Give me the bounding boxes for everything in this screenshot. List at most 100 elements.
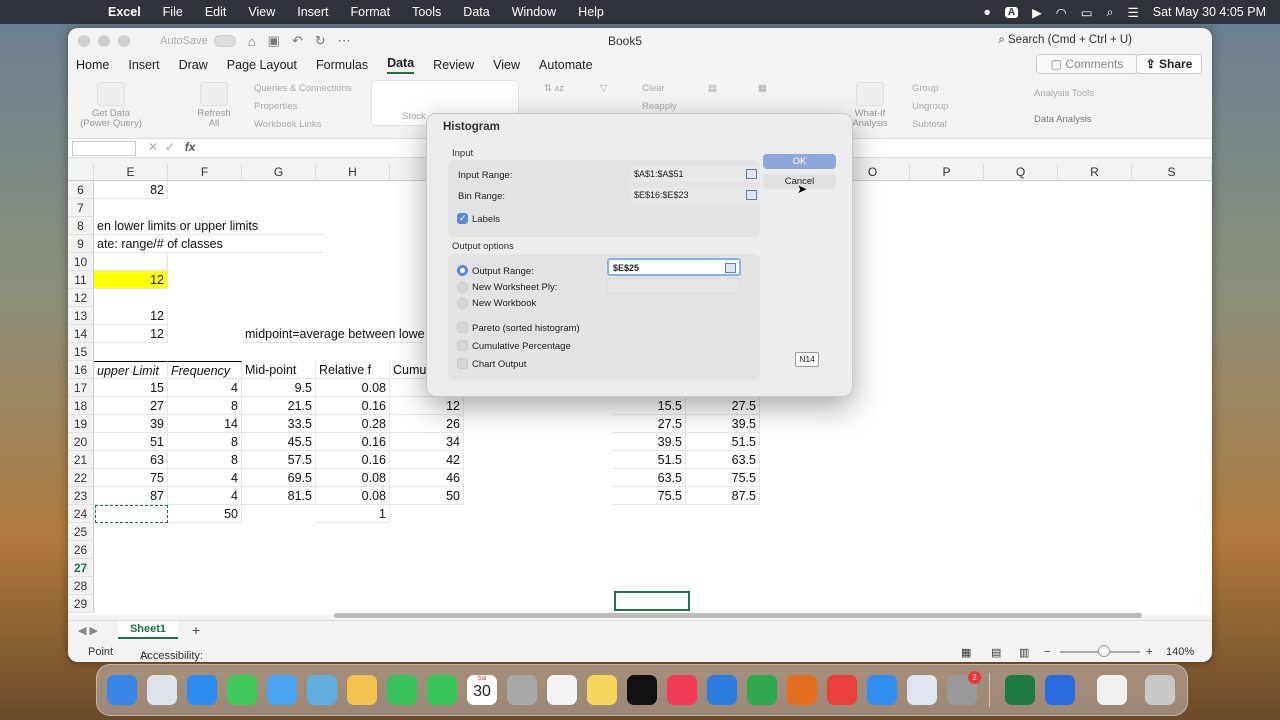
cell-f18[interactable]: 8: [168, 397, 242, 415]
zoom-slider-knob[interactable]: [1098, 645, 1110, 657]
cell-g18[interactable]: 21.5: [242, 397, 316, 415]
sort-icon[interactable]: ⇅ ᴀᴢ: [544, 83, 564, 94]
row-header-24[interactable]: 24: [68, 505, 94, 523]
filter-icon[interactable]: ▽: [600, 83, 607, 94]
cell-e22[interactable]: 75: [94, 469, 168, 487]
page-break-view-icon[interactable]: ▥: [1019, 646, 1029, 659]
share-button[interactable]: ⇪ Share: [1136, 54, 1202, 74]
row-header-19[interactable]: 19: [68, 415, 94, 433]
cell-f16[interactable]: Frequency: [168, 361, 242, 379]
cell-e6[interactable]: 82: [94, 181, 168, 199]
column-header-g[interactable]: G: [242, 163, 316, 181]
row-header-22[interactable]: 22: [68, 469, 94, 487]
column-header-e[interactable]: E: [94, 163, 168, 181]
control-center-icon[interactable]: ☰: [1128, 5, 1139, 20]
cell-i19[interactable]: 26: [390, 415, 464, 433]
tab-home[interactable]: Home: [76, 58, 109, 72]
menu-insert[interactable]: Insert: [297, 5, 328, 19]
input-source-indicator[interactable]: A: [1004, 6, 1019, 18]
cell-f21[interactable]: 8: [168, 451, 242, 469]
wifi-icon[interactable]: ◠: [1056, 5, 1067, 20]
comments-button[interactable]: ▢ Comments: [1036, 54, 1138, 74]
tab-view[interactable]: View: [493, 58, 520, 72]
cell-h17[interactable]: 0.08: [316, 379, 390, 397]
tab-insert[interactable]: Insert: [128, 58, 159, 72]
what-if-analysis-button[interactable]: What-If Analysis: [848, 82, 892, 129]
pages-icon[interactable]: [787, 675, 817, 705]
row-header-18[interactable]: 18: [68, 397, 94, 415]
tab-page-layout[interactable]: Page Layout: [227, 58, 297, 72]
cell-g14[interactable]: midpoint=average between lowe: [242, 325, 425, 343]
cell-l23[interactable]: 75.5: [612, 487, 686, 505]
row-header-27[interactable]: 27: [68, 559, 94, 577]
cell-m19[interactable]: 39.5: [686, 415, 760, 433]
cell-e21[interactable]: 63: [94, 451, 168, 469]
rocket-app-icon[interactable]: [827, 675, 857, 705]
cell-l20[interactable]: 39.5: [612, 433, 686, 451]
tab-formulas[interactable]: Formulas: [316, 58, 368, 72]
row-header-23[interactable]: 23: [68, 487, 94, 505]
row-header-26[interactable]: 26: [68, 541, 94, 559]
autosave-toggle[interactable]: [213, 35, 236, 47]
keynote-icon[interactable]: [707, 675, 737, 705]
column-header-h[interactable]: H: [316, 163, 390, 181]
output-range-field[interactable]: $E$25: [607, 258, 741, 276]
name-box[interactable]: [72, 141, 136, 156]
downloads-stack-icon[interactable]: [1097, 675, 1127, 705]
tab-draw[interactable]: Draw: [179, 58, 208, 72]
menu-format[interactable]: Format: [351, 5, 391, 19]
cell-e18[interactable]: 27: [94, 397, 168, 415]
sheet-tab-sheet1[interactable]: Sheet1: [118, 621, 178, 639]
row-header-16[interactable]: 16: [68, 361, 94, 379]
zoom-level[interactable]: 140%: [1166, 646, 1194, 658]
cell-e23[interactable]: 87: [94, 487, 168, 505]
column-header-s[interactable]: S: [1132, 163, 1212, 181]
active-cell[interactable]: [614, 591, 690, 611]
app-store-icon[interactable]: [867, 675, 897, 705]
row-header-10[interactable]: 10: [68, 253, 94, 271]
cell-g22[interactable]: 69.5: [242, 469, 316, 487]
row-header-7[interactable]: 7: [68, 199, 94, 217]
column-header-q[interactable]: Q: [984, 163, 1058, 181]
text-to-columns-icon[interactable]: ▤: [708, 83, 717, 94]
normal-view-icon[interactable]: ▦: [961, 646, 971, 659]
cell-h21[interactable]: 0.16: [316, 451, 390, 469]
row-header-20[interactable]: 20: [68, 433, 94, 451]
cell-f17[interactable]: 4: [168, 379, 242, 397]
cell-l19[interactable]: 27.5: [612, 415, 686, 433]
cell-g17[interactable]: 9.5: [242, 379, 316, 397]
cumulative-percentage-checkbox[interactable]: [457, 340, 468, 351]
redo-icon[interactable]: ↻: [315, 33, 326, 49]
launchpad-icon[interactable]: [147, 675, 177, 705]
search-field[interactable]: ⌕ Search (Cmd + Ctrl + U): [998, 34, 1132, 47]
data-analysis-button[interactable]: Data Analysis: [1034, 114, 1092, 125]
clock[interactable]: Sat May 30 4:05 PM: [1153, 5, 1266, 19]
cell-e20[interactable]: 51: [94, 433, 168, 451]
numbers-icon[interactable]: [747, 675, 777, 705]
row-header-13[interactable]: 13: [68, 307, 94, 325]
row-header-12[interactable]: 12: [68, 289, 94, 307]
row-header-28[interactable]: 28: [68, 577, 94, 595]
clear-button[interactable]: Clear: [642, 83, 665, 94]
spotlight-icon[interactable]: ⌕: [1107, 5, 1114, 20]
column-header-f[interactable]: F: [168, 163, 242, 181]
output-range-radio[interactable]: [457, 265, 468, 276]
maps-icon[interactable]: [307, 675, 337, 705]
tab-data[interactable]: Data: [387, 56, 415, 74]
photos-icon[interactable]: [347, 675, 377, 705]
cell-e11[interactable]: 12: [94, 271, 168, 289]
menu-window[interactable]: Window: [512, 5, 556, 19]
bin-range-field[interactable]: $E$16:$E$23: [630, 187, 760, 203]
data-tools-icon[interactable]: ▦: [758, 83, 767, 94]
safari-icon[interactable]: [187, 675, 217, 705]
row-header-17[interactable]: 17: [68, 379, 94, 397]
messages-icon[interactable]: [227, 675, 257, 705]
battery-icon[interactable]: ▭: [1081, 5, 1093, 20]
zoom-out-button[interactable]: −: [1044, 646, 1050, 658]
row-header-21[interactable]: 21: [68, 451, 94, 469]
cell-g16[interactable]: Mid-point: [242, 361, 316, 379]
cell-h18[interactable]: 0.16: [316, 397, 390, 415]
range-picker-icon[interactable]: [725, 263, 736, 273]
row-header-29[interactable]: 29: [68, 595, 94, 613]
row-header-15[interactable]: 15: [68, 343, 94, 361]
